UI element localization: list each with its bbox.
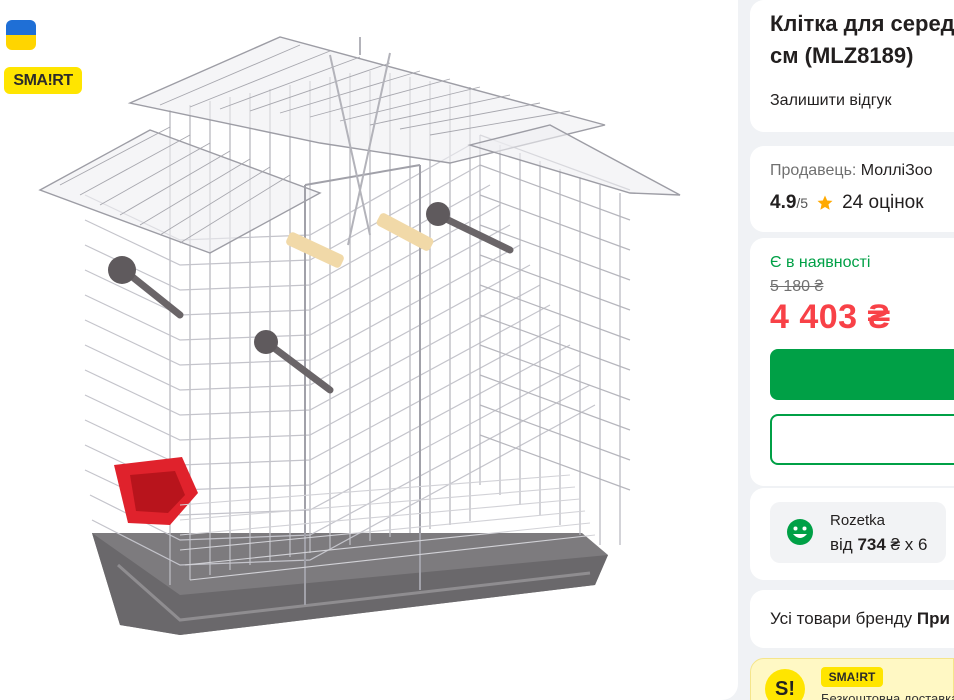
product-gallery[interactable]: SMA!RT	[0, 0, 738, 700]
installment-offer[interactable]: Rozetka від 734 ₴ x 6	[770, 502, 946, 563]
seller-info[interactable]: Продавець: МоллiЗоо	[770, 162, 933, 180]
brand-link[interactable]: Усі товари бренду При	[770, 609, 950, 629]
old-price: 5 180 ₴	[770, 278, 824, 295]
product-image[interactable]	[30, 25, 700, 690]
installment-price: від 734 ₴ x 6	[830, 535, 928, 554]
smart-text: Безкоштовна доставка	[821, 691, 954, 700]
seller-name[interactable]: МоллiЗоо	[861, 162, 933, 179]
seller-card: Продавець: МоллiЗоо 4.9 /5 24 оцінок	[750, 146, 954, 232]
rating-value: 4.9	[770, 192, 797, 213]
brand-card[interactable]: Усі товари бренду При	[750, 590, 954, 648]
credit-button[interactable]	[770, 414, 954, 465]
leave-review-link[interactable]: Залишити відгук	[770, 92, 892, 110]
rating-scale: /5	[796, 195, 809, 211]
installment-card: Rozetka від 734 ₴ x 6	[750, 488, 954, 580]
price-card: Є в наявності 5 180 ₴ 4 403 ₴	[750, 238, 954, 486]
buy-button[interactable]	[770, 349, 954, 400]
current-price: 4 403 ₴	[770, 298, 891, 336]
installment-provider: Rozetka	[830, 512, 886, 529]
smart-coin-icon: S!	[765, 669, 805, 700]
smart-promo[interactable]: S! SMA!RT Безкоштовна доставка	[750, 658, 954, 700]
title-card: Клітка для серед см (MLZ8189) Залишити в…	[750, 0, 954, 132]
rozetka-smile-icon	[787, 519, 813, 545]
star-icon	[817, 195, 833, 210]
smart-mini-badge: SMA!RT	[821, 667, 883, 687]
availability-status: Є в наявності	[770, 254, 871, 271]
rating-count: 24 оцінок	[842, 192, 924, 213]
seller-rating[interactable]: 4.9 /5 24 оцінок	[770, 192, 924, 214]
product-sidebar: Клітка для серед см (MLZ8189) Залишити в…	[750, 0, 954, 700]
product-title: Клітка для серед см (MLZ8189)	[770, 11, 954, 68]
